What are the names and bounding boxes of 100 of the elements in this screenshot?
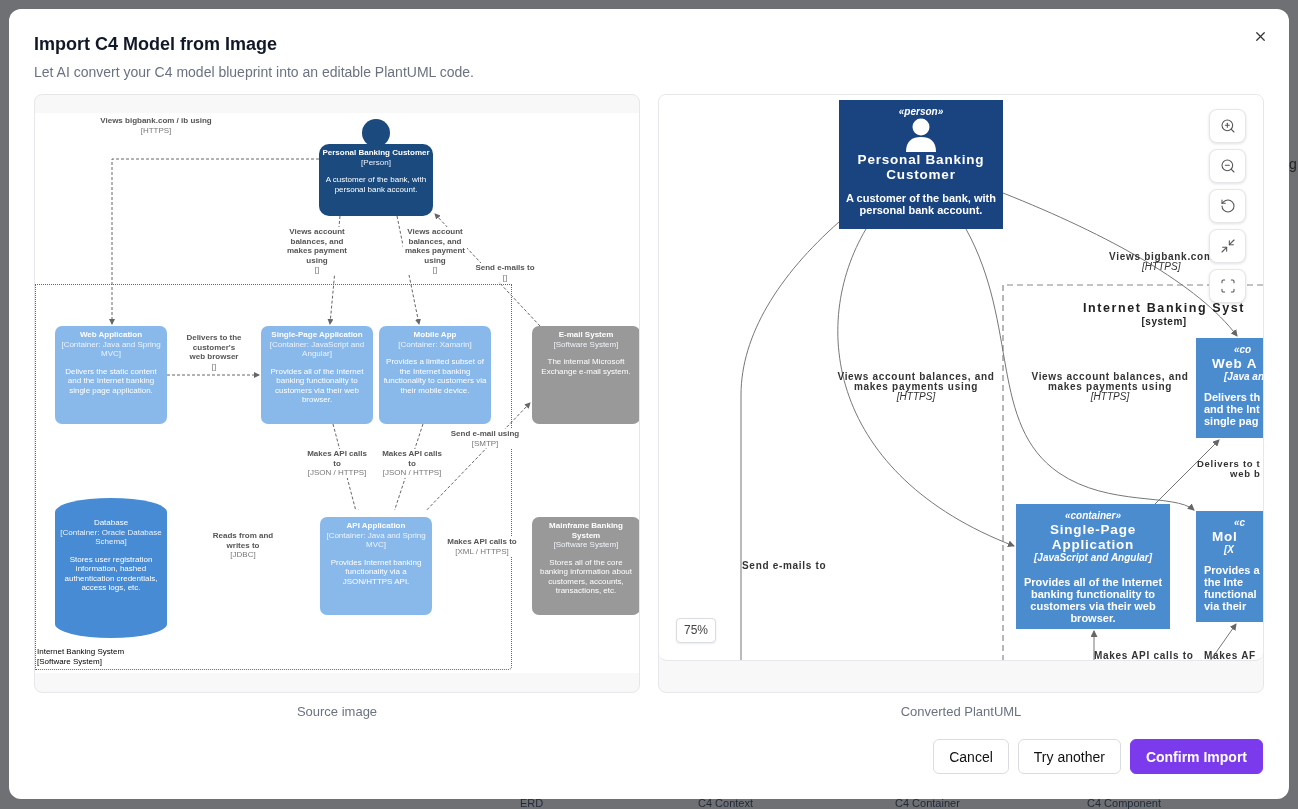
node-technology: [Software System] <box>553 339 619 349</box>
node-description: Delivers the static content and the Internet banking single page application. <box>64 366 158 395</box>
node-description: Stores user registration information, hashed authentication credentials, access logs, etc. <box>63 554 159 593</box>
node-title: Web A <box>1212 356 1258 371</box>
edge-technology: [] <box>502 272 508 282</box>
node-description: A customer of the bank, with personal bank account. <box>324 175 428 194</box>
node-technology: [Container: Xamarin] <box>398 339 472 349</box>
node-stereotype: «container» <box>1064 510 1122 522</box>
person-icon <box>905 118 937 152</box>
edge-technology: [] <box>432 265 438 275</box>
node-description-line: and the Int <box>1204 403 1260 415</box>
node-stereotype: «person» <box>898 106 944 118</box>
dialog-subtitle: Let AI convert your C4 model blueprint into an editable PlantUML code. <box>34 63 475 81</box>
edge-label: Makes API calls to <box>1094 651 1194 660</box>
node-description-line: via their <box>1204 600 1247 612</box>
boundary-title: Internet Banking Syst <box>1083 301 1246 316</box>
node-technology: [X <box>1224 544 1234 556</box>
node-title: Single-Page Application <box>1048 522 1138 552</box>
node-technology: [Java an <box>1224 371 1263 383</box>
zoom-level: 75% <box>676 618 717 643</box>
edge-technology: [SMTP] <box>471 438 499 448</box>
edge-label: Makes API calls to <box>447 537 517 547</box>
dialog-title: Import C4 Model from Image <box>34 33 279 55</box>
edge-label: Views bigbank.com / ib using <box>100 116 212 126</box>
node-title: Web Application <box>79 330 143 340</box>
edge-label: Views bigbank.com <box>1109 252 1214 262</box>
node-description-line: the Inte <box>1204 576 1244 588</box>
canvas-tool-button[interactable] <box>1209 269 1246 303</box>
node-stereotype: «co <box>1234 344 1252 356</box>
node-technology: [Software System] <box>553 540 619 550</box>
edge-label: Send e-mails to <box>475 263 535 273</box>
node-stereotype: «c <box>1234 517 1246 529</box>
node-description-line: Delivers th <box>1204 391 1261 403</box>
node-technology: [Container: JavaScript and Angular] <box>268 339 366 359</box>
edge-technology: [] <box>211 361 217 371</box>
edge-technology: [JSON / HTTPS] <box>307 468 367 478</box>
node-title: Mol <box>1212 529 1238 544</box>
zoom-out-icon <box>1219 158 1236 174</box>
node-title: E-mail System <box>558 330 614 340</box>
edge-label: Delivers to t <box>1197 459 1261 469</box>
edge-label: Reads from and writes to <box>211 531 275 550</box>
node-title: Database <box>93 518 129 528</box>
edge-label: Send e-mail using <box>450 429 520 439</box>
reset-icon <box>1219 198 1236 214</box>
canvas-tool-button[interactable] <box>1209 189 1246 223</box>
node-title: API Application <box>346 521 406 531</box>
canvas-tool-button[interactable] <box>1209 149 1246 183</box>
node-title: Mainframe Banking System <box>548 521 624 540</box>
background-tab[interactable]: C4 Container <box>895 798 960 809</box>
background-tab[interactable]: C4 Component <box>1087 798 1161 809</box>
edge-label: Makes API calls to <box>381 449 443 468</box>
edge-label: Views account balances, and makes payment using <box>404 227 466 265</box>
edge-label: Makes API calls to <box>306 449 368 468</box>
node-description: Provides a limited subset of the Internet banking functionality to customers via their mobile device. <box>382 357 488 395</box>
edge-label: Views account balances, and makes payment using <box>286 227 348 265</box>
boundary-type: [system] <box>1141 316 1187 327</box>
panel-caption: Converted PlantUML <box>900 704 1022 720</box>
node-description: Provides all of the Internet banking functionality to customers via their web browser. <box>269 366 365 405</box>
edge-label: Views account balances, and makes payments using <box>836 372 996 392</box>
node-technology: [JavaScript and Angular] <box>1034 552 1152 564</box>
node-title: Personal Banking Customer <box>322 148 430 158</box>
panel-caption: Source image <box>296 704 378 720</box>
edge-technology: [HTTPS] <box>140 125 172 135</box>
node-description-line: Provides a <box>1204 564 1260 576</box>
edge-technology: [HTTPS] <box>896 392 936 402</box>
edge-label: Send e-mails to <box>742 561 827 571</box>
confirm-button[interactable]: Confirm Import <box>1129 739 1263 774</box>
node-technology: [Person] <box>361 157 391 167</box>
edge-label: Makes AF <box>1204 651 1256 660</box>
node-description: The internal Microsoft Exchange e-mail system. <box>540 357 632 376</box>
edge-label: Views account balances, and makes payments using <box>1030 372 1190 392</box>
node-technology: [Container: Java and Spring MVC] <box>325 530 427 550</box>
background-tab[interactable]: C4 Context <box>698 798 754 809</box>
node-title: Mobile App <box>413 330 457 340</box>
edge-technology: [] <box>314 265 320 275</box>
edge-technology: [JSON / HTTPS] <box>382 468 442 478</box>
node-description-line: single pag <box>1204 415 1259 427</box>
node-technology: [Container: Oracle Database Schema] <box>59 527 163 547</box>
node-description: A customer of the bank, with personal bank account. <box>845 192 997 216</box>
collapse-icon <box>1219 238 1236 254</box>
edge-technology: [XML / HTTPS] <box>455 546 509 556</box>
edge-technology: [HTTPS] <box>1142 262 1181 272</box>
secondary-button[interactable]: Cancel <box>933 739 1009 774</box>
node-description: Provides Internet banking functionality via a JSON/HTTPS API. <box>329 557 423 586</box>
zoom-in-icon <box>1219 118 1236 134</box>
node-description: Stores all of the core banking information about customers, accounts, transactions, etc. <box>538 557 634 596</box>
background-text: g <box>1289 156 1297 172</box>
node-description-line: functional <box>1204 588 1257 600</box>
node-title: Personal Banking Customer <box>856 152 986 182</box>
edge-label: web b <box>1230 469 1261 479</box>
edge-technology: [JDBC] <box>230 550 256 560</box>
node-technology: [Container: Java and Spring MVC] <box>60 339 162 359</box>
node-description: Provides all of the Internet banking functionality to customers via their web browser. <box>1022 576 1164 624</box>
node-title: Single-Page Application <box>271 330 363 340</box>
background-tab[interactable]: ERD <box>520 798 544 809</box>
secondary-button[interactable]: Try another <box>1017 739 1121 774</box>
boundary-label: Internet Banking System [Software System] <box>37 647 125 666</box>
fit-view-icon <box>1219 278 1236 294</box>
edge-technology: [HTTPS] <box>1090 392 1130 402</box>
canvas-tool-button[interactable] <box>1209 109 1246 143</box>
